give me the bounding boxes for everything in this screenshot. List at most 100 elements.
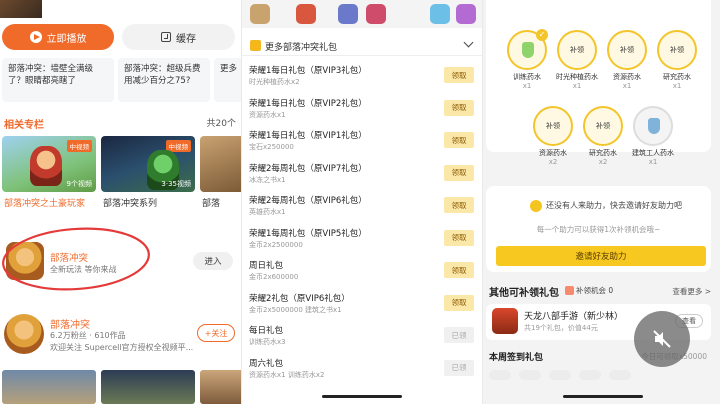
signin-day[interactable] [519, 370, 541, 380]
claim-button[interactable]: 领取 [444, 99, 474, 116]
creator-name[interactable]: 部落冲突 [50, 316, 90, 331]
game-icon[interactable] [366, 4, 386, 24]
potion-name: 训练药水 [513, 73, 541, 81]
potion-item[interactable]: 建筑工人药水 x1 [630, 106, 676, 166]
game-icon [6, 242, 44, 280]
potion-item[interactable]: 补领 资源药水 x2 [530, 106, 576, 166]
potion-name: 资源药水 [613, 73, 641, 81]
signin-day[interactable] [549, 370, 571, 380]
makeup-chance-badge: 补领机会 0 [565, 285, 613, 296]
video-thumbnail[interactable] [0, 0, 42, 18]
avatar[interactable] [4, 314, 44, 354]
creator-stats: 6.2万粉丝 · 610作品 [50, 331, 126, 340]
top-thumbnail-strip [0, 0, 241, 18]
video-thumbnail[interactable] [101, 370, 195, 404]
gift-title: 荣耀1每周礼包（原VIP5礼包） [249, 228, 367, 239]
video-detail-panel: 立即播放 缓存 部落冲突：墙壁全满级了？眼睛都亮瞎了 部落冲突：超级兵费用减少百… [0, 0, 241, 404]
game-subtitle: 全新玩法 等你来战 [50, 265, 117, 274]
play-now-button[interactable]: 立即播放 [2, 24, 114, 50]
gift-title: 荣耀1每日礼包（原VIP3礼包） [249, 66, 367, 76]
related-game-row[interactable]: 部落冲突 全新玩法 等你来战 进入 [0, 236, 241, 296]
potion-item[interactable]: 补领 研究药水 x2 [580, 106, 626, 166]
gift-contents: 金币2x5000000 建筑之书x1 [249, 305, 342, 314]
section-count-link[interactable]: 共20个 [207, 116, 236, 129]
potion-item[interactable]: 补领 研究药水 x1 [654, 30, 700, 90]
claim-button[interactable]: 领取 [444, 164, 474, 181]
claimed-button[interactable]: 已领 [444, 327, 474, 343]
play-now-label: 立即播放 [46, 33, 87, 45]
album-card[interactable]: 中视频 3·35视频 [101, 136, 195, 192]
action-buttons: 立即播放 缓存 [0, 24, 241, 50]
claim-button[interactable]: 领取 [444, 229, 474, 246]
potion-ring [633, 106, 673, 146]
potion-grid-card: ✓ 训练药水 x1 补领 时光种植药水 x1 补领 资源药水 x1 补领 研究药… [486, 0, 711, 166]
gift-title: 荣耀1每日礼包（原VIP2礼包） [249, 98, 367, 109]
gift-contents: 金币2x600000 [249, 273, 299, 281]
signin-day[interactable] [579, 370, 601, 380]
album-caption: 部落冲突之土豪玩家 [4, 199, 86, 209]
enter-game-button[interactable]: 进入 [193, 252, 233, 270]
gift-contents: 金币2x2500000 [249, 240, 303, 249]
game-icon[interactable] [456, 4, 476, 24]
makeup-label: 补领 [570, 46, 584, 54]
claim-button[interactable]: 领取 [444, 294, 474, 311]
more-recommended-link[interactable]: 更多 [214, 58, 241, 102]
gift-item: 每日礼包 训练药水x3 已领 [242, 322, 482, 355]
signin-day[interactable] [609, 370, 631, 380]
gift-title: 周六礼包 [249, 358, 284, 369]
potion-flask-icon [648, 118, 660, 134]
help-note: 每一个助力可以获得1次补领机会哦~ [536, 225, 661, 234]
help-status-text: 还没有人来助力，快去邀请好友助力吧 [546, 201, 682, 210]
video-thumbnail[interactable] [2, 370, 96, 404]
signin-progress [489, 370, 715, 384]
gift-item: 荣耀2每周礼包（原VIP6礼包） 英雄药水x1 领取 [242, 192, 482, 225]
gift-contents: 时光种植药水x2 [249, 78, 300, 86]
game-icon[interactable] [430, 4, 450, 24]
cache-button[interactable]: 缓存 [122, 24, 235, 50]
claim-button[interactable]: 领取 [444, 67, 474, 83]
gift-title: 荣耀2每周礼包（原VIP7礼包） [249, 163, 367, 174]
potion-item[interactable]: 补领 资源药水 x1 [604, 30, 650, 90]
game-card-sub: 共19个礼包，价值44元 [524, 324, 598, 332]
album-character-art [30, 146, 62, 186]
other-gifts-header: 其他可补领礼包 补领机会 0 查看更多 > [489, 284, 715, 299]
follow-button[interactable]: +关注 [197, 324, 235, 342]
recommended-video-card[interactable]: 部落冲突：超级兵费用减少百分之75? [118, 58, 210, 102]
see-more-link[interactable]: 查看更多 > [672, 286, 711, 297]
gift-list-title: 更多部落冲突礼包 [265, 43, 338, 53]
related-albums: 中视频 9个视频 中视频 3·35视频 部落冲突之土豪玩家 部落冲突系列 部落 [0, 136, 241, 210]
potion-item[interactable]: ✓ 训练药水 x1 [504, 29, 550, 90]
gift-item: 荣耀1每日礼包（原VIP3礼包） 时光种植药水x2 领取 [242, 62, 482, 95]
gift-item: 荣耀2每周礼包（原VIP7礼包） 冰冻之书x1 领取 [242, 160, 482, 193]
creator-description: 欢迎关注 Supercell官方授权全视频平... [50, 343, 194, 352]
mute-button[interactable] [634, 311, 690, 367]
gift-contents: 冰冻之书x1 [249, 175, 286, 184]
potion-quantity: x1 [572, 82, 582, 90]
game-icon[interactable] [296, 4, 316, 24]
claim-button[interactable]: 领取 [444, 132, 474, 148]
signin-day[interactable] [489, 370, 511, 380]
more-video-thumbnails [0, 370, 241, 404]
claimed-button[interactable]: 已领 [444, 359, 474, 376]
gift-title: 荣耀1每日礼包（原VIP1礼包） [249, 131, 367, 141]
invite-friends-button[interactable]: 邀请好友助力 [496, 246, 706, 266]
game-icon[interactable] [338, 4, 358, 24]
gift-contents: 资源药水x1 [249, 110, 286, 119]
game-icon[interactable] [250, 4, 270, 24]
chevron-down-icon[interactable] [463, 37, 474, 48]
cache-label: 缓存 [176, 33, 196, 45]
gift-list-header[interactable]: 更多部落冲突礼包 [242, 36, 482, 56]
gift-item: 周六礼包 资源药水x1 训练药水x2 已领 [242, 355, 482, 388]
album-card[interactable] [200, 136, 241, 192]
claim-button[interactable]: 领取 [444, 262, 474, 278]
album-card[interactable]: 中视频 9个视频 [2, 136, 96, 192]
potion-item[interactable]: 补领 时光种植药水 x1 [554, 30, 600, 90]
speaker-muted-icon [653, 330, 671, 348]
makeup-label: 补领 [596, 122, 610, 130]
gift-contents: 英雄药水x1 [249, 208, 286, 216]
recommended-video-card[interactable]: 部落冲突：墙壁全满级了？眼睛都亮瞎了 [2, 58, 114, 102]
check-icon: ✓ [536, 29, 548, 41]
video-thumbnail[interactable] [200, 370, 241, 404]
claim-button[interactable]: 领取 [444, 197, 474, 213]
gift-contents: 资源药水x1 训练药水x2 [249, 370, 325, 379]
